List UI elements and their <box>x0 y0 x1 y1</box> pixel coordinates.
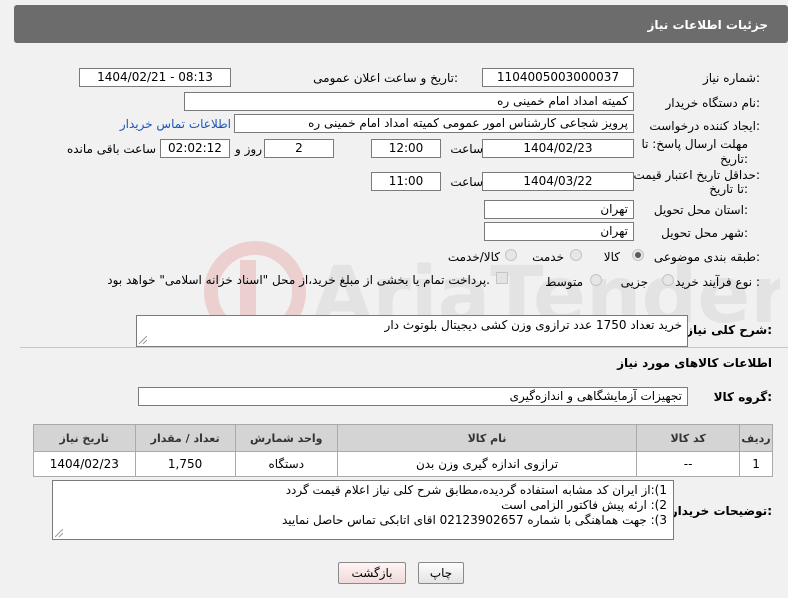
requester-label: ایجاد کننده درخواست: <box>649 119 760 133</box>
purchase-type-label: نوع فرآیند خرید : <box>675 275 760 289</box>
buyer-note-line: 3): جهت هماهنگی با شماره 02123902657 اقا… <box>281 513 667 527</box>
category-radio-service[interactable] <box>570 249 582 261</box>
resize-grip-icon[interactable] <box>55 529 63 537</box>
category-option-service: خدمت <box>532 250 564 264</box>
price-validity-date-field: 1404/03/22 <box>482 172 634 191</box>
cell-goods-name: ترازوی اندازه گیری وزن بدن <box>336 451 638 477</box>
buyer-contact-link[interactable]: اطلاعات تماس خریدار <box>120 117 231 131</box>
description-label: شرح کلی نیاز: <box>686 323 772 337</box>
buyer-notes-field: 1):از ایران کد مشابه استفاده گردیده،مطاب… <box>52 480 674 540</box>
delivery-city-label: شهر محل تحویل: <box>661 226 748 240</box>
category-radio-goods[interactable] <box>632 249 644 261</box>
delivery-province-label: استان محل تحویل: <box>653 203 748 217</box>
remaining-time-field: 02:02:12 <box>160 139 230 158</box>
category-label: طبقه بندی موضوعی: <box>653 250 760 264</box>
category-option-goods: کالا <box>603 250 620 264</box>
page-header: جزئیات اطلاعات نیاز <box>14 5 788 43</box>
buyer-note-line: 1):از ایران کد مشابه استفاده گردیده،مطاب… <box>285 483 667 497</box>
purchase-type-radio-minor[interactable] <box>662 274 674 286</box>
category-radio-goods-service[interactable] <box>505 249 517 261</box>
buyer-org-label: نام دستگاه خریدار: <box>665 96 761 110</box>
col-unit: واحد شمارش <box>234 424 338 452</box>
goods-group-label: گروه کالا: <box>713 390 772 404</box>
treasury-bonds-checkbox[interactable] <box>496 272 508 284</box>
col-row-number: ردیف <box>739 424 773 452</box>
description-field: خرید تعداد 1750 عدد ترازوی وزن کشی دیجیت… <box>136 315 688 347</box>
purchase-type-radio-medium[interactable] <box>590 274 602 286</box>
reply-date-field: 1404/02/23 <box>482 139 634 158</box>
need-number-label: شماره نیاز: <box>702 71 760 85</box>
table-header-row: تاریخ نیاز تعداد / مقدار واحد شمارش نام … <box>33 424 773 452</box>
price-validity-time-label: ساعت <box>450 175 483 189</box>
table-row[interactable]: 1404/02/23 1,750 دستگاه ترازوی اندازه گی… <box>33 451 773 477</box>
col-goods-name: نام کالا <box>336 424 638 452</box>
reply-deadline-label-2: تاریخ: <box>720 152 748 166</box>
purchase-type-option-medium: متوسط <box>545 275 583 289</box>
need-number-field: 1104005003000037 <box>482 68 634 87</box>
col-quantity: تعداد / مقدار <box>134 424 236 452</box>
cell-goods-code: -- <box>636 451 741 477</box>
goods-table: تاریخ نیاز تعداد / مقدار واحد شمارش نام … <box>33 424 773 477</box>
print-button[interactable]: چاپ <box>418 562 464 584</box>
category-option-goods-service: کالا/خدمت <box>447 250 500 264</box>
price-validity-label-2: تا تاریخ: <box>709 182 748 196</box>
page-title: جزئیات اطلاعات نیاز <box>647 18 768 32</box>
cell-unit: دستگاه <box>234 451 338 477</box>
back-button[interactable]: بازگشت <box>338 562 406 584</box>
announce-field: 1404/02/21 - 08:13 <box>79 68 231 87</box>
reply-time-label: ساعت <box>450 142 483 156</box>
cell-need-date: 1404/02/23 <box>33 451 136 477</box>
delivery-city-field: تهران <box>484 222 634 241</box>
goods-group-field: تجهیزات آزمایشگاهی و اندازه‌گیری <box>138 387 688 406</box>
days-label: روز و <box>235 142 262 156</box>
cell-quantity: 1,750 <box>134 451 236 477</box>
delivery-province-field: تهران <box>484 200 634 219</box>
treasury-bonds-note: پرداخت تمام یا بخشی از مبلغ خرید،از محل … <box>107 273 490 287</box>
announce-label: تاریخ و ساعت اعلان عمومی: <box>313 71 458 85</box>
price-validity-label: حداقل تاریخ اعتبار قیمت: <box>633 168 760 182</box>
price-validity-time-field: 11:00 <box>371 172 441 191</box>
resize-grip-icon[interactable] <box>139 336 147 344</box>
buyer-org-field: کمیته امداد امام خمینی ره <box>184 92 634 111</box>
days-field: 2 <box>264 139 334 158</box>
section-divider <box>20 347 788 348</box>
requester-field: پرویز شجاعی کارشناس امور عمومی کمیته امد… <box>234 114 634 133</box>
buyer-note-line: 2): ارئه پیش فاکتور الزامی است <box>501 498 667 512</box>
col-goods-code: کد کالا <box>636 424 741 452</box>
col-need-date: تاریخ نیاز <box>33 424 136 452</box>
reply-deadline-label: مهلت ارسال پاسخ: تا <box>641 137 748 151</box>
remaining-time-label: ساعت باقی مانده <box>66 142 156 156</box>
goods-section-title: اطلاعات کالاهای مورد نیاز <box>617 356 772 370</box>
buyer-notes-label: توضیحات خریدار: <box>670 504 772 518</box>
cell-row-number: 1 <box>739 451 773 477</box>
reply-time-field: 12:00 <box>371 139 441 158</box>
purchase-type-option-minor: جزیی <box>620 275 648 289</box>
description-text: خرید تعداد 1750 عدد ترازوی وزن کشی دیجیت… <box>384 318 682 332</box>
